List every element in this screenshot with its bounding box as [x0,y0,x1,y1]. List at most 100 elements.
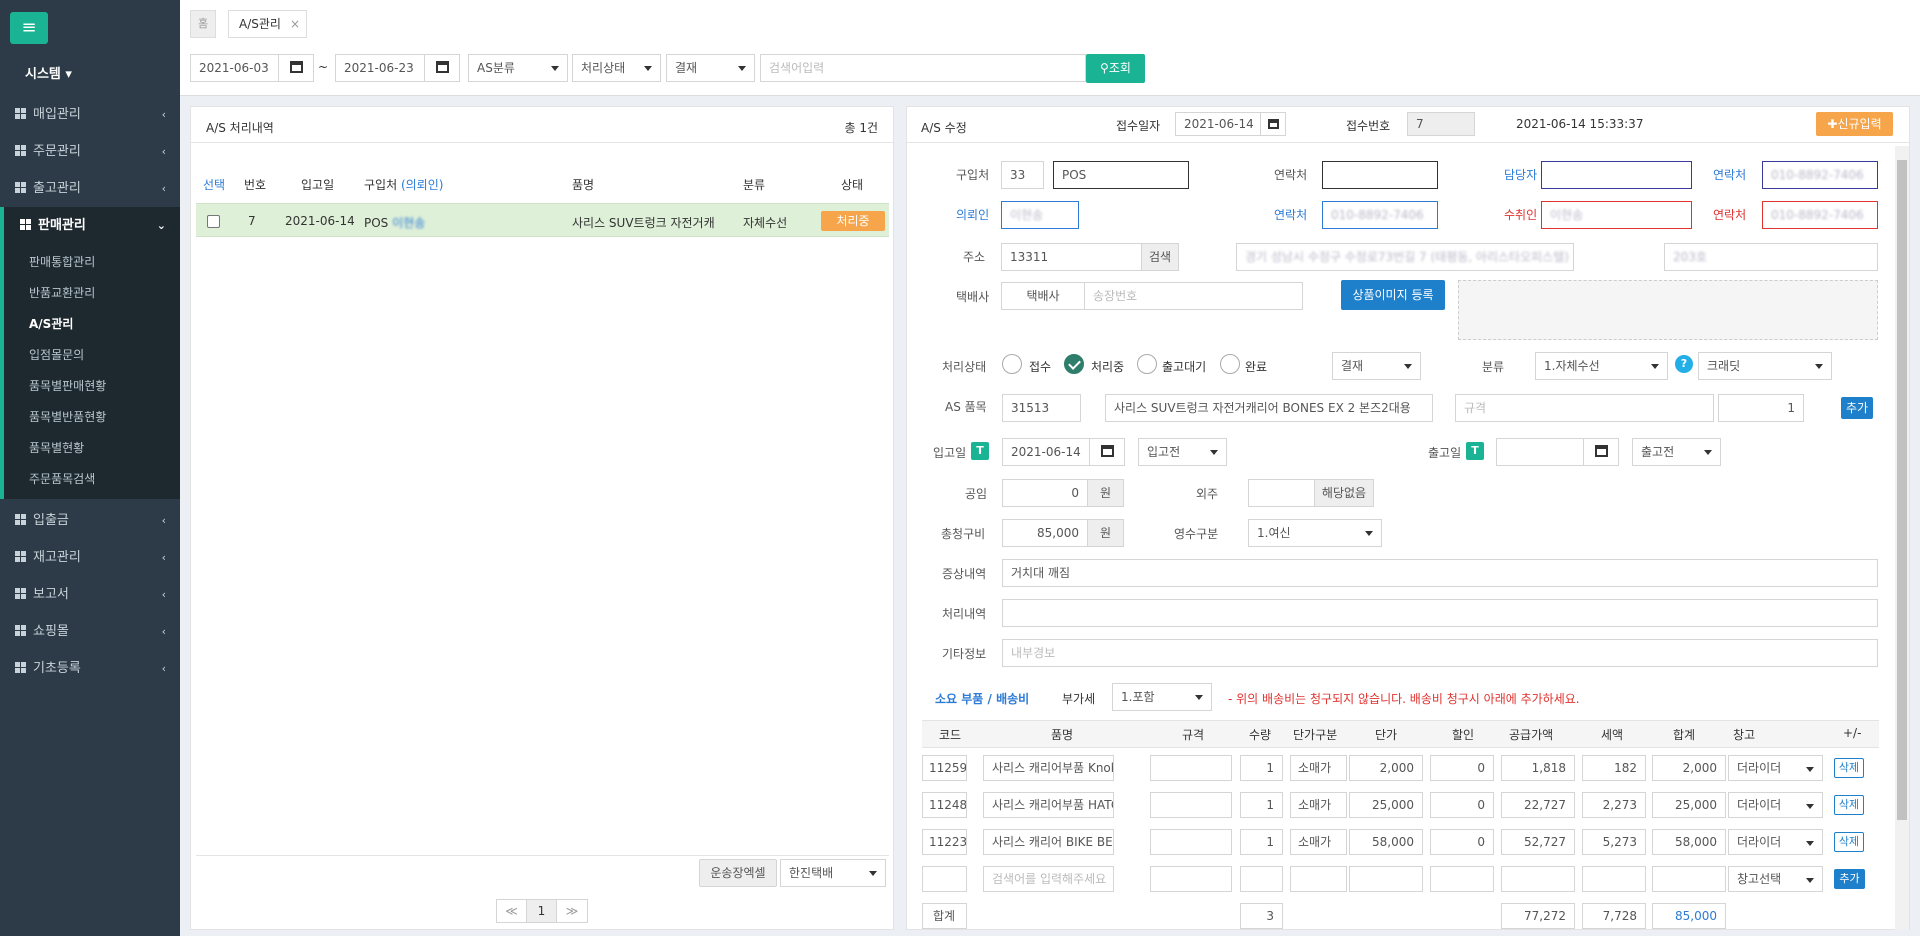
address-search-button[interactable]: 검색 [1141,243,1179,271]
status-radio-processing[interactable] [1064,354,1084,374]
receiver-input[interactable]: 이현송 [1541,201,1692,229]
as-type-select[interactable]: AS분류 [468,54,568,82]
row-checkbox[interactable] [207,215,220,228]
new-part-warehouse-select[interactable]: 창고선택 [1728,866,1823,892]
part-warehouse-select[interactable]: 더라이더 [1728,792,1823,818]
submenu-returns[interactable]: 반품교환관리 [29,284,95,301]
tab-home[interactable]: 홈 [190,10,216,38]
part-tax[interactable]: 182 [1582,755,1646,781]
in-date-today-button[interactable]: T [971,442,989,460]
submenu-item-status[interactable]: 품목별현황 [29,439,84,456]
menu-toggle-button[interactable]: ≡ [10,12,48,44]
part-price[interactable]: 58,000 [1349,829,1423,855]
out-status-select[interactable]: 출고전 [1632,438,1721,466]
part-spec[interactable] [1150,792,1232,818]
tracking-input[interactable]: 송장번호 [1084,282,1303,310]
in-status-select[interactable]: 입고전 [1138,438,1227,466]
part-delete-button[interactable]: 삭제 [1834,795,1864,815]
new-part-tax[interactable] [1582,866,1646,892]
help-icon[interactable]: ? [1675,355,1693,373]
part-supply[interactable]: 22,727 [1501,792,1575,818]
date-to-input[interactable]: 2021-06-23 [335,54,425,82]
part-qty[interactable]: 1 [1240,829,1283,855]
form-scrollbar[interactable] [1895,146,1909,930]
symptom-textarea[interactable]: 거치대 깨짐 [1002,559,1878,587]
status-radio-received[interactable] [1002,354,1022,374]
calendar-to-button[interactable] [424,54,460,82]
new-part-price[interactable] [1349,866,1423,892]
submenu-sales-integrated[interactable]: 판매통합관리 [29,253,95,270]
courier-addon[interactable]: 택배사 [1001,282,1085,310]
close-icon[interactable]: × [290,11,300,37]
address-detail-input[interactable]: 203호 [1664,243,1878,271]
status-radio-complete[interactable] [1220,354,1240,374]
submenu-mall-inquiry[interactable]: 입점몰문의 [29,346,84,363]
sidebar-item-shop[interactable]: 쇼핑몰 ‹ [0,613,180,650]
sidebar-item-sales[interactable]: 판매관리 ⌄ [0,207,180,244]
rcv-contact-input[interactable]: 010-8892-7406 [1762,201,1878,229]
system-dropdown[interactable]: 시스템 ▾ [25,63,72,82]
receipt-date-input[interactable]: 2021-06-14 [1175,112,1261,136]
part-spec[interactable] [1150,829,1232,855]
submenu-order-item-search[interactable]: 주문품목검색 [29,470,95,487]
out-date-today-button[interactable]: T [1466,442,1484,460]
product-image-upload-button[interactable]: 상품이미지 등록 [1341,280,1445,310]
part-delete-button[interactable]: 삭제 [1834,758,1864,778]
new-part-discount[interactable] [1430,866,1494,892]
date-from-input[interactable]: 2021-06-03 [190,54,279,82]
sidebar-item-order[interactable]: 주문관리 ‹ [0,133,180,170]
out-date-calendar-button[interactable] [1583,438,1619,466]
type-select[interactable]: 1.자체수선 [1535,352,1668,380]
prev-page-button[interactable]: ≪ [497,900,527,922]
contact2-input[interactable]: 010-8892-7406 [1762,161,1878,189]
in-date-input[interactable]: 2021-06-14 [1002,438,1090,466]
part-spec[interactable] [1150,755,1232,781]
sidebar-item-inventory[interactable]: 재고관리 ‹ [0,539,180,576]
part-name[interactable]: 사리스 캐리어부품 HATCH [983,792,1114,818]
next-page-button[interactable]: ≫ [557,900,587,922]
part-supply[interactable]: 52,727 [1501,829,1575,855]
receipt-type-select[interactable]: 1.여신 [1248,519,1382,547]
part-name[interactable]: 사리스 캐리어 BIKE BEAM [983,829,1114,855]
part-qty[interactable]: 1 [1240,792,1283,818]
add-item-button[interactable]: 추가 [1841,397,1873,419]
sidebar-item-cash[interactable]: 입출금 ‹ [0,502,180,539]
part-name[interactable]: 사리스 캐리어부품 Knob 3 [983,755,1114,781]
new-entry-button[interactable]: ✚신규입력 [1816,112,1893,136]
process-textarea[interactable] [1002,599,1878,627]
new-part-supply[interactable] [1501,866,1575,892]
payment-select[interactable]: 결재 [666,54,755,82]
in-date-calendar-button[interactable] [1089,438,1125,466]
sidebar-item-purchase[interactable]: 매입관리 ‹ [0,96,180,133]
calendar-from-button[interactable] [278,54,314,82]
part-warehouse-select[interactable]: 더라이더 [1728,829,1823,855]
requester-input[interactable]: 이현송 [1001,201,1079,229]
out-date-input[interactable] [1496,438,1584,466]
item-qty-input[interactable]: 1 [1718,394,1804,422]
payment-select[interactable]: 결재 [1332,352,1421,380]
submenu-item-returns[interactable]: 품목별반품현황 [29,408,106,425]
part-discount[interactable]: 0 [1430,792,1494,818]
new-part-spec[interactable] [1150,866,1232,892]
item-name-input[interactable]: 사리스 SUV트렁크 자전거캐리어 BONES EX 2 본즈2대용 [1105,394,1433,422]
new-part-add-button[interactable]: 추가 [1834,869,1865,889]
part-qty[interactable]: 1 [1240,755,1283,781]
contact-input[interactable] [1322,161,1438,189]
part-warehouse-select[interactable]: 더라이더 [1728,755,1823,781]
req-contact-input[interactable]: 010-8892-7406 [1322,201,1438,229]
buyer-name-input[interactable]: POS [1053,161,1189,189]
status-select[interactable]: 처리상태 [572,54,661,82]
tab-as[interactable]: A/S관리 × [228,10,307,38]
new-part-search-input[interactable]: 검색어를 입력해주세요 [983,866,1114,892]
sidebar-item-shipping[interactable]: 출고관리 ‹ [0,170,180,207]
spec-input[interactable]: 규격 [1455,394,1714,422]
part-discount[interactable]: 0 [1430,829,1494,855]
part-supply[interactable]: 1,818 [1501,755,1575,781]
sidebar-item-basic[interactable]: 기초등록 ‹ [0,650,180,687]
address-input[interactable]: 경기 성남시 수정구 수정로73번길 7 (태평동, 아리스타오피스텔) [1236,243,1574,271]
etc-textarea[interactable]: 내부경보 [1002,639,1878,667]
search-button[interactable]: ⚲조회 [1086,54,1145,83]
table-row[interactable]: 7 2021-06-14 POS 이현송 사리스 SUV트렁크 자전거캐 자체수… [196,203,889,237]
scrollbar-thumb[interactable] [1897,160,1907,820]
part-delete-button[interactable]: 삭제 [1834,832,1864,852]
